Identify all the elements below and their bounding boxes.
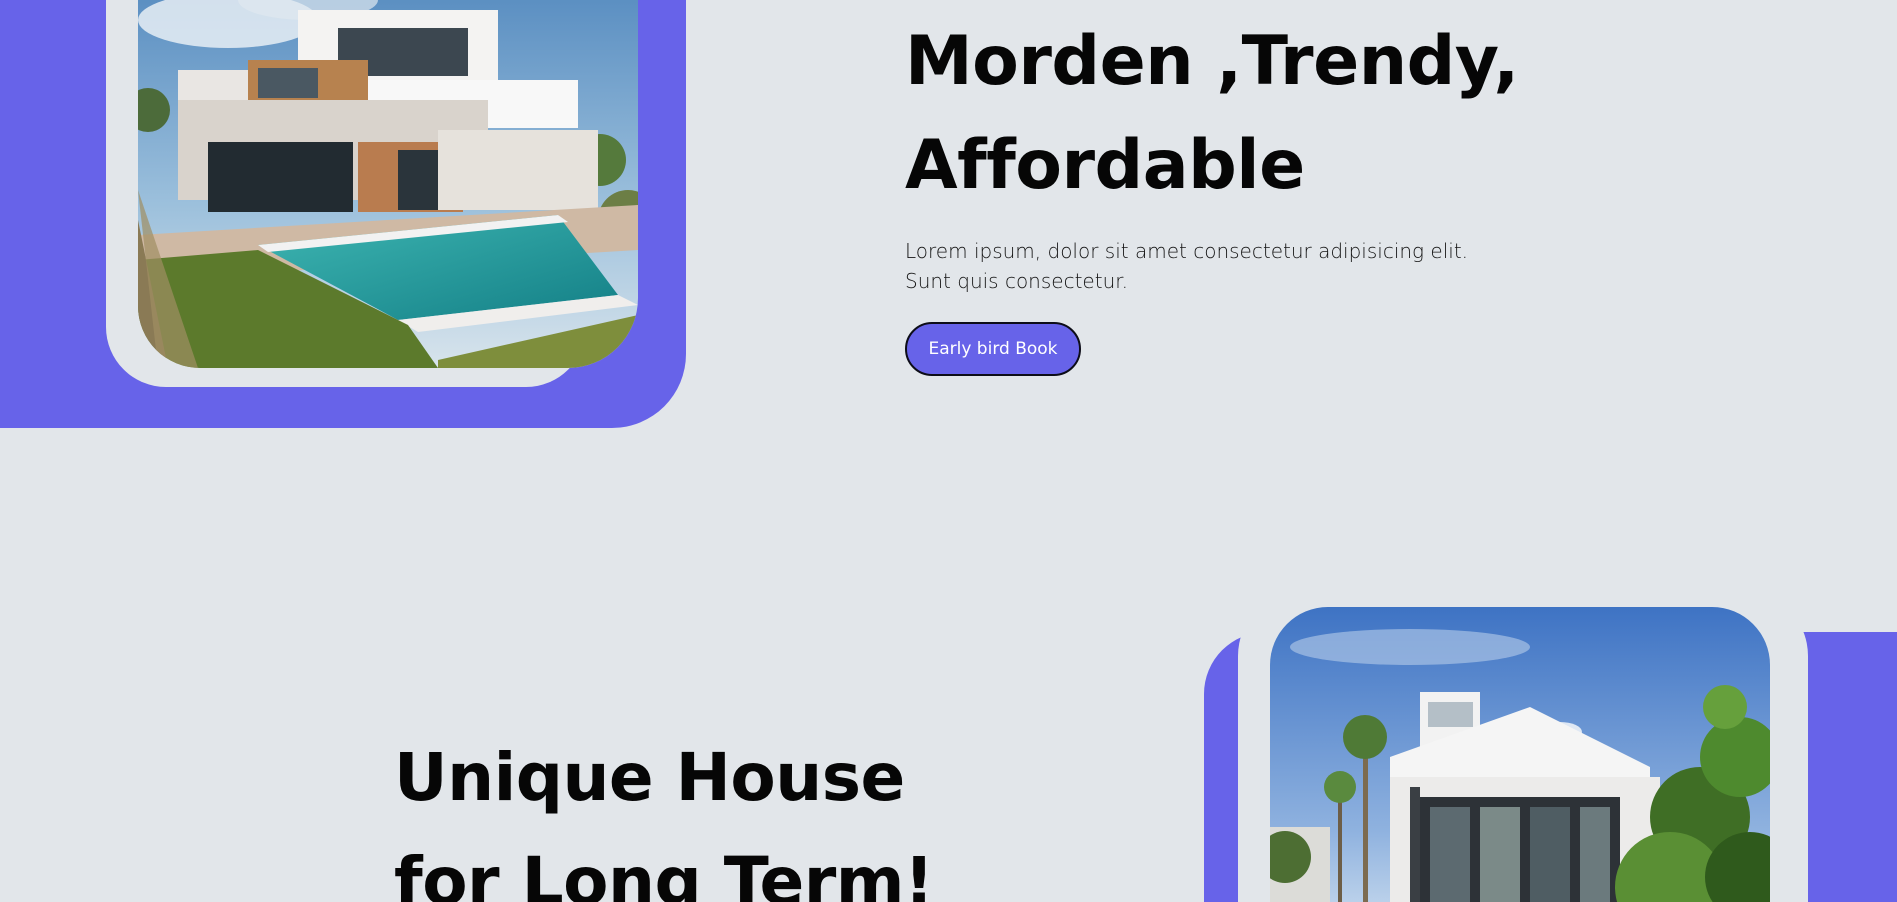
villa-pool-image — [138, 0, 638, 368]
heading-line: Morden ,Trendy, — [905, 22, 1519, 101]
heading-line: for Long Term! — [394, 843, 934, 902]
description-line: Sunt quis consectetur. — [905, 269, 1128, 293]
page: Morden ,Trendy, Affordable Lorem ipsum, … — [0, 0, 1897, 902]
section-one-heading: Morden ,Trendy, Affordable — [905, 10, 1519, 218]
early-bird-book-button[interactable]: Early bird Book — [905, 322, 1081, 376]
white-house-image — [1270, 607, 1770, 902]
description-line: Lorem ipsum, dolor sit amet consectetur … — [905, 239, 1469, 263]
heading-line: Affordable — [905, 126, 1305, 205]
heading-line: Unique House — [394, 739, 905, 816]
section-two-heading: Unique House for Long Term! — [394, 726, 934, 902]
section-one-description: Lorem ipsum, dolor sit amet consectetur … — [905, 236, 1505, 296]
